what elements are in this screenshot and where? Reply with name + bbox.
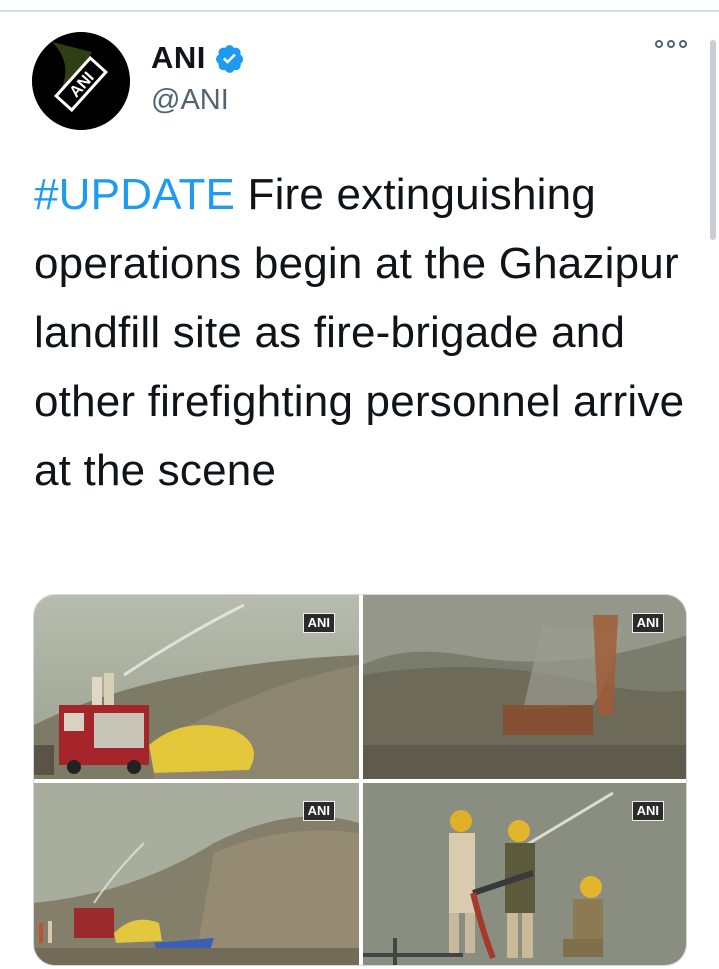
more-dot [667, 40, 675, 48]
more-options-icon[interactable] [655, 40, 687, 48]
verified-badge-icon [214, 43, 245, 74]
media-photo-2[interactable]: ANI [363, 595, 686, 779]
author-block: ANI @ANI [151, 38, 245, 117]
user-handle[interactable]: @ANI [151, 84, 245, 117]
more-dot [655, 40, 663, 48]
media-photo-1[interactable]: ANI [34, 595, 359, 779]
display-name[interactable]: ANI [151, 40, 206, 76]
ani-watermark: ANI [631, 613, 664, 633]
tweet-text: #UPDATE Fire extinguishing operations be… [34, 160, 694, 505]
scrollbar[interactable] [710, 40, 716, 240]
ani-watermark: ANI [631, 801, 664, 821]
avatar[interactable]: ANI [32, 32, 130, 130]
ani-watermark: ANI [302, 613, 335, 633]
media-grid: ANI ANI ANI ANI [33, 594, 687, 966]
ani-logo: ANI [32, 32, 130, 130]
media-photo-4[interactable]: ANI [363, 783, 686, 965]
media-photo-3[interactable]: ANI [34, 783, 359, 965]
ani-watermark: ANI [302, 801, 335, 821]
hashtag-link[interactable]: #UPDATE [34, 170, 235, 219]
more-dot [679, 40, 687, 48]
top-divider [0, 10, 719, 12]
